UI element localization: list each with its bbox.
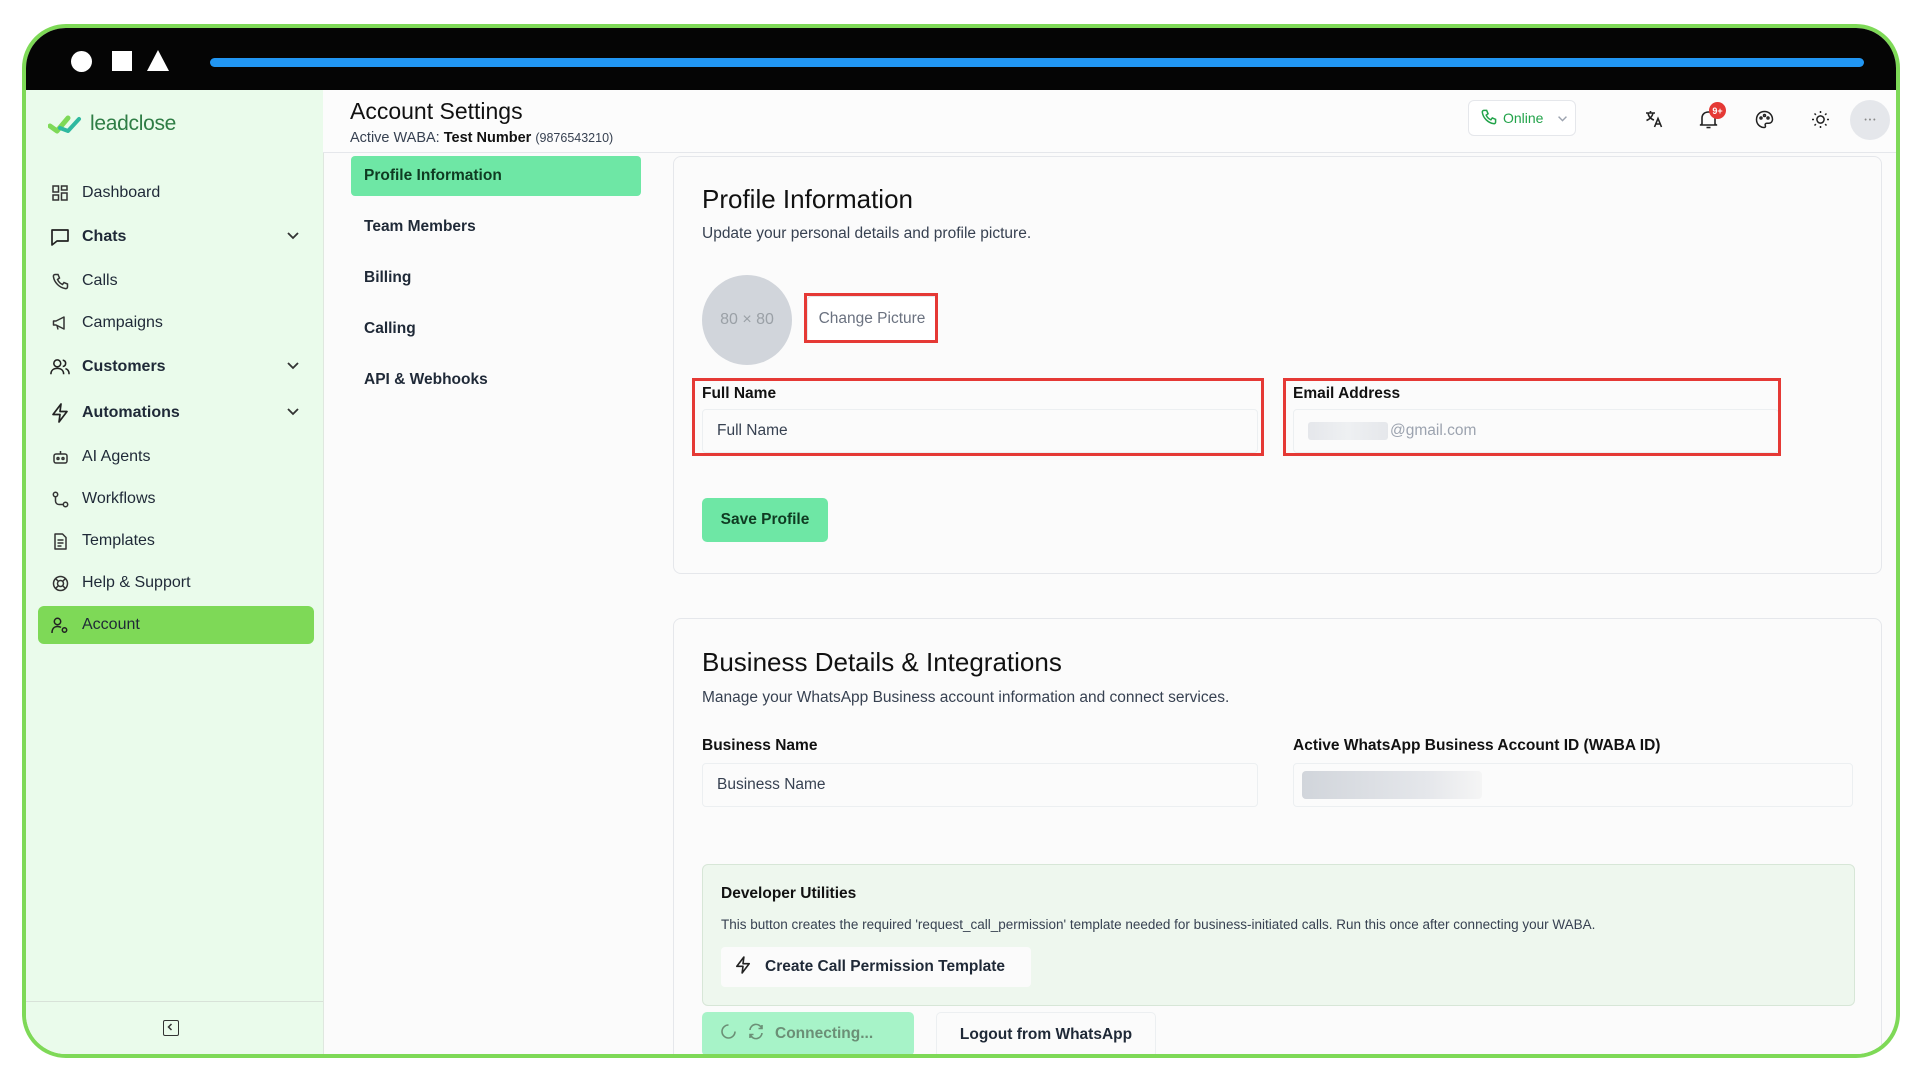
waba-id-label: Active WhatsApp Business Account ID (WAB… (1293, 737, 1661, 754)
developer-utilities-text: This button creates the required 'reques… (721, 917, 1596, 932)
sidebar-item-workflows[interactable]: Workflows (38, 480, 314, 518)
lifebuoy-icon (50, 573, 70, 593)
dashboard-icon (50, 183, 70, 203)
sidebar: leadclose Dashboard Chats Calls Campaign… (26, 90, 324, 1054)
profile-card: Profile Information Update your personal… (673, 156, 1882, 574)
users-icon (50, 357, 70, 377)
waba-prefix: Active WABA: (350, 130, 440, 146)
chevron-down-icon[interactable] (286, 358, 300, 376)
tab-api-webhooks[interactable]: API & Webhooks (351, 360, 641, 400)
circle-shape-icon (71, 51, 92, 72)
spinner-icon (720, 1023, 737, 1045)
waba-name: Test Number (443, 130, 532, 146)
profile-title: Profile Information (702, 184, 913, 214)
palette-icon[interactable] (1753, 108, 1775, 130)
sidebar-item-label: Calls (82, 272, 118, 289)
sidebar-item-label: Chats (82, 228, 127, 245)
save-profile-button[interactable]: Save Profile (702, 498, 828, 542)
avatar-placeholder-icon: • • • (1864, 116, 1876, 124)
brand-name: leadclose (90, 112, 177, 135)
business-card: Business Details & Integrations Manage y… (673, 618, 1882, 1054)
bot-icon (50, 447, 70, 467)
sidebar-footer (26, 1001, 323, 1054)
leadclose-logo-icon (48, 115, 81, 134)
sidebar-item-help-support[interactable]: Help & Support (38, 564, 314, 602)
business-name-label: Business Name (702, 737, 818, 754)
sidebar-item-label: Campaigns (82, 314, 163, 331)
sidebar-item-label: AI Agents (82, 448, 151, 465)
connecting-label: Connecting... (775, 1025, 874, 1042)
profile-subtitle: Update your personal details and profile… (702, 225, 1032, 242)
sidebar-item-label: Workflows (82, 490, 156, 507)
chat-icon (50, 227, 70, 247)
waba-number: (9876543210) (535, 131, 614, 145)
document-icon (50, 531, 70, 551)
business-name-input[interactable]: Business Name (702, 763, 1258, 807)
tab-team-members[interactable]: Team Members (351, 207, 641, 247)
profile-avatar: 80 × 80 (702, 275, 792, 365)
business-title: Business Details & Integrations (702, 647, 1062, 677)
page-title: Account Settings (350, 98, 523, 124)
translate-icon[interactable] (1643, 108, 1665, 130)
chevron-down-icon (1557, 110, 1568, 126)
sidebar-item-customers[interactable]: Customers (38, 346, 314, 388)
window-top-bar (26, 28, 1896, 90)
sun-icon[interactable] (1809, 108, 1831, 130)
sidebar-item-calls[interactable]: Calls (38, 262, 314, 300)
app-window: leadclose Dashboard Chats Calls Campaign… (22, 24, 1900, 1058)
create-call-permission-template-button[interactable]: Create Call Permission Template (721, 947, 1031, 987)
sidebar-item-ai-agents[interactable]: AI Agents (38, 438, 314, 476)
sidebar-item-label: Templates (82, 532, 155, 549)
refresh-icon (747, 1023, 765, 1045)
create-call-permission-template-label: Create Call Permission Template (765, 958, 1006, 975)
sidebar-item-templates[interactable]: Templates (38, 522, 314, 560)
tab-billing[interactable]: Billing (351, 258, 641, 298)
chevron-down-icon[interactable] (286, 228, 300, 246)
active-waba-line: Active WABA: Test Number (9876543210) (350, 130, 613, 146)
page-header: Account Settings Active WABA: Test Numbe… (323, 90, 1896, 153)
status-text: Online (1503, 110, 1544, 126)
phone-icon (1481, 109, 1497, 128)
business-subtitle: Manage your WhatsApp Business account in… (702, 689, 1230, 706)
sidebar-item-campaigns[interactable]: Campaigns (38, 304, 314, 342)
redacted-text (1302, 771, 1482, 799)
sidebar-item-label: Dashboard (82, 184, 161, 201)
bolt-icon (735, 955, 751, 979)
tab-calling[interactable]: Calling (351, 309, 641, 349)
workflow-icon (50, 489, 70, 509)
bell-icon[interactable]: 9+ (1697, 102, 1726, 130)
user-cog-icon (50, 615, 70, 635)
sidebar-item-label: Automations (82, 404, 180, 421)
sidebar-item-label: Account (82, 616, 140, 633)
square-shape-icon (112, 51, 132, 71)
settings-menu: Profile Information Team Members Billing… (351, 156, 641, 411)
triangle-shape-icon (147, 50, 169, 71)
developer-utilities-title: Developer Utilities (721, 885, 857, 902)
sidebar-nav: Dashboard Chats Calls Campaigns Customer… (38, 174, 314, 648)
megaphone-icon (50, 313, 70, 333)
collapse-sidebar-icon[interactable] (163, 1020, 179, 1036)
phone-icon (50, 271, 70, 291)
notification-badge: 9+ (1709, 102, 1726, 119)
chevron-down-icon[interactable] (286, 404, 300, 422)
connecting-button[interactable]: Connecting... (702, 1012, 914, 1054)
user-avatar[interactable]: • • • (1850, 100, 1890, 140)
sidebar-item-dashboard[interactable]: Dashboard (38, 174, 314, 212)
progress-bar (210, 58, 1864, 67)
status-dropdown[interactable]: Online (1468, 100, 1576, 136)
brand-logo[interactable]: leadclose (48, 112, 176, 136)
tab-profile-information[interactable]: Profile Information (351, 156, 641, 196)
developer-utilities: Developer Utilities This button creates … (702, 864, 1855, 1006)
highlight-email (1283, 378, 1781, 456)
sidebar-item-label: Customers (82, 358, 166, 375)
sidebar-item-label: Help & Support (82, 574, 191, 591)
highlight-change-picture (804, 293, 938, 343)
sidebar-item-automations[interactable]: Automations (38, 392, 314, 434)
sidebar-item-account[interactable]: Account (38, 606, 314, 644)
waba-id-field (1293, 763, 1853, 807)
logout-whatsapp-button[interactable]: Logout from WhatsApp (936, 1012, 1156, 1054)
sidebar-item-chats[interactable]: Chats (38, 216, 314, 258)
bolt-icon (50, 403, 70, 423)
highlight-full-name (692, 378, 1264, 456)
